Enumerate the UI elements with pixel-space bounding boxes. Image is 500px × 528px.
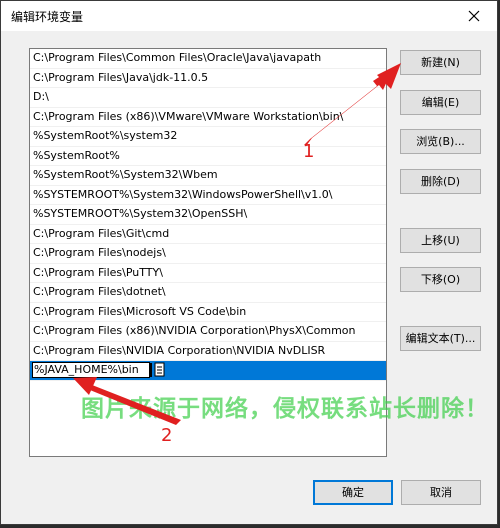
edit-env-variable-dialog: 编辑环境变量 C:\Program Files\Common Files\Ora… [0, 0, 498, 525]
annotation-label-1: 1 [303, 141, 315, 162]
annotation-label-2: 2 [161, 425, 173, 446]
annotation-arrows [73, 63, 401, 425]
arrow-to-edit-field [73, 377, 181, 425]
arrow-to-new-button [304, 63, 401, 146]
